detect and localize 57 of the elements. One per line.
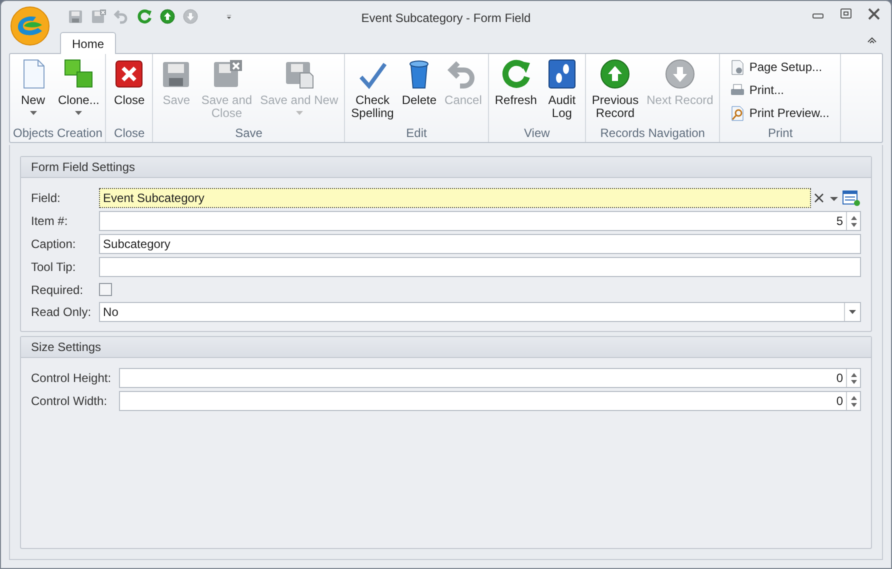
- input-field[interactable]: Subcategory: [99, 234, 861, 254]
- app-logo-icon[interactable]: [10, 6, 50, 46]
- spin-buttons[interactable]: [846, 369, 860, 387]
- collapse-ribbon-icon[interactable]: [867, 35, 877, 45]
- field-label: Required:: [31, 282, 84, 298]
- group-label: Close: [113, 126, 146, 142]
- field-label: Read Only:: [31, 304, 92, 321]
- up-caret-icon[interactable]: [850, 216, 856, 220]
- ribbon-button[interactable]: Print...: [729, 79, 830, 101]
- field-label: Item #:: [31, 213, 69, 230]
- ribbon-button[interactable]: Clone...: [55, 57, 102, 126]
- ribbon-button[interactable]: Previous Record: [588, 57, 642, 126]
- ribbon-button[interactable]: Delete: [398, 57, 440, 126]
- number-field[interactable]: 0: [119, 391, 861, 411]
- window-title: Event Subcategory - Form Field: [360, 10, 532, 27]
- ribbon-button[interactable]: Audit Log: [542, 57, 582, 126]
- ribbon-button[interactable]: Close: [109, 57, 150, 126]
- ribbon-button[interactable]: New: [13, 57, 53, 126]
- up-caret-icon[interactable]: [850, 372, 856, 376]
- group-label: Records Navigation: [599, 126, 706, 142]
- field-label: Tool Tip:: [31, 259, 77, 276]
- group-label: View: [523, 126, 551, 142]
- caret-icon: [849, 310, 856, 314]
- group-label: Save: [234, 126, 264, 142]
- caret-icon: [296, 110, 303, 116]
- down-caret-icon[interactable]: [850, 380, 856, 384]
- field-label: Control Height:: [31, 370, 112, 387]
- ribbon-tab[interactable]: Home: [60, 32, 116, 54]
- refresh-icon[interactable]: [136, 8, 153, 25]
- panel-title: Form Field Settings: [31, 159, 136, 176]
- checkbox[interactable]: [99, 283, 112, 296]
- field-label: Control Width:: [31, 393, 108, 410]
- up-caret-icon[interactable]: [850, 396, 856, 400]
- spin-buttons[interactable]: [846, 212, 860, 230]
- table-icon[interactable]: [841, 189, 861, 207]
- group-label: Objects Creation: [13, 126, 102, 142]
- caret-icon: [30, 110, 36, 116]
- maximize-icon[interactable]: [839, 7, 853, 21]
- number-field[interactable]: 0: [119, 368, 861, 388]
- group-label: Edit: [405, 126, 428, 142]
- ribbon-button[interactable]: Page Setup...: [729, 56, 830, 78]
- spin-buttons[interactable]: [846, 392, 860, 410]
- down-caret-icon[interactable]: [850, 402, 856, 406]
- down-caret-icon[interactable]: [850, 222, 856, 226]
- ribbon-button[interactable]: Refresh: [492, 57, 540, 126]
- close-icon[interactable]: [867, 7, 881, 21]
- group-label: Print: [766, 126, 794, 142]
- ribbon-button[interactable]: Print Preview...: [729, 102, 830, 124]
- number-field[interactable]: 5: [99, 211, 861, 231]
- page-magnifier-icon: [729, 104, 746, 122]
- input-field[interactable]: [99, 257, 861, 277]
- caret-icon: [75, 110, 82, 116]
- field-label: Caption:: [31, 236, 77, 253]
- panel-title: Size Settings: [31, 339, 102, 356]
- ribbon-button[interactable]: Check Spelling: [348, 57, 397, 126]
- dropdown-field[interactable]: No: [99, 302, 861, 322]
- field-label: Field:: [31, 190, 62, 207]
